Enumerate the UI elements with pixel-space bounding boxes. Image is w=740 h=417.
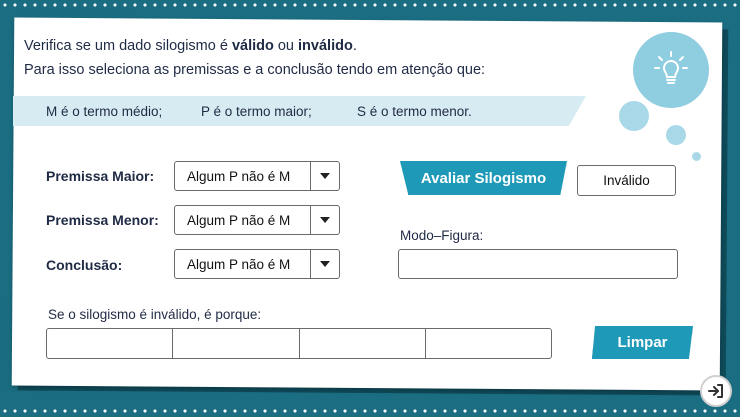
reason-field-2[interactable] xyxy=(173,329,300,358)
exit-button[interactable] xyxy=(700,375,732,407)
chevron-down-icon xyxy=(320,217,330,223)
premissa-menor-select[interactable]: Algum P não é M xyxy=(174,205,340,235)
lightbulb-badge xyxy=(633,32,709,108)
conclusao-dropdown-toggle[interactable] xyxy=(310,250,339,278)
chevron-down-icon xyxy=(320,173,330,179)
valid-word: válido xyxy=(231,38,274,54)
term-maior: P é o termo maior; xyxy=(201,104,312,119)
instruction-line-1: Verifica se um dado silogismo é válido o… xyxy=(24,38,357,54)
invalid-word: inválido xyxy=(298,38,353,54)
decor-bubble-medium xyxy=(666,125,686,145)
conclusao-select[interactable]: Algum P não é M xyxy=(174,249,340,279)
decor-bubble-large xyxy=(619,101,649,131)
reason-field-1[interactable] xyxy=(47,329,174,358)
conclusao-value: Algum P não é M xyxy=(187,256,291,272)
term-menor: S é o termo menor. xyxy=(357,104,472,119)
lightbulb-icon xyxy=(654,51,688,84)
premissa-maior-select[interactable]: Algum P não é M xyxy=(174,161,340,191)
reason-field-4[interactable] xyxy=(426,329,551,358)
premissa-maior-label: Premissa Maior: xyxy=(46,168,155,184)
conclusao-label: Conclusão: xyxy=(46,257,123,273)
bottom-dotted-border xyxy=(0,409,740,413)
limpar-button[interactable]: Limpar xyxy=(592,326,693,359)
modo-figura-field[interactable] xyxy=(398,249,678,279)
decor-bubble-small xyxy=(692,152,701,161)
chevron-down-icon xyxy=(320,261,330,267)
premissa-menor-dropdown-toggle[interactable] xyxy=(310,206,339,234)
premissa-menor-value: Algum P não é M xyxy=(187,212,291,228)
premissa-maior-value: Algum P não é M xyxy=(187,168,291,184)
result-display: Inválido xyxy=(577,165,676,196)
premissa-menor-label: Premissa Menor: xyxy=(46,212,159,228)
modo-figura-label: Modo–Figura: xyxy=(400,228,484,243)
term-medio: M é o termo médio; xyxy=(46,104,163,119)
premissa-maior-dropdown-toggle[interactable] xyxy=(310,162,339,190)
exit-icon xyxy=(708,384,723,398)
top-dotted-border xyxy=(0,3,740,7)
reason-fields xyxy=(46,328,552,359)
reason-label: Se o silogismo é inválido, é porque: xyxy=(48,307,262,322)
avaliar-silogismo-button[interactable]: Avaliar Silogismo xyxy=(400,161,567,195)
reason-field-3[interactable] xyxy=(300,329,426,358)
instruction-line-2: Para isso seleciona as premissas e a con… xyxy=(24,62,486,78)
